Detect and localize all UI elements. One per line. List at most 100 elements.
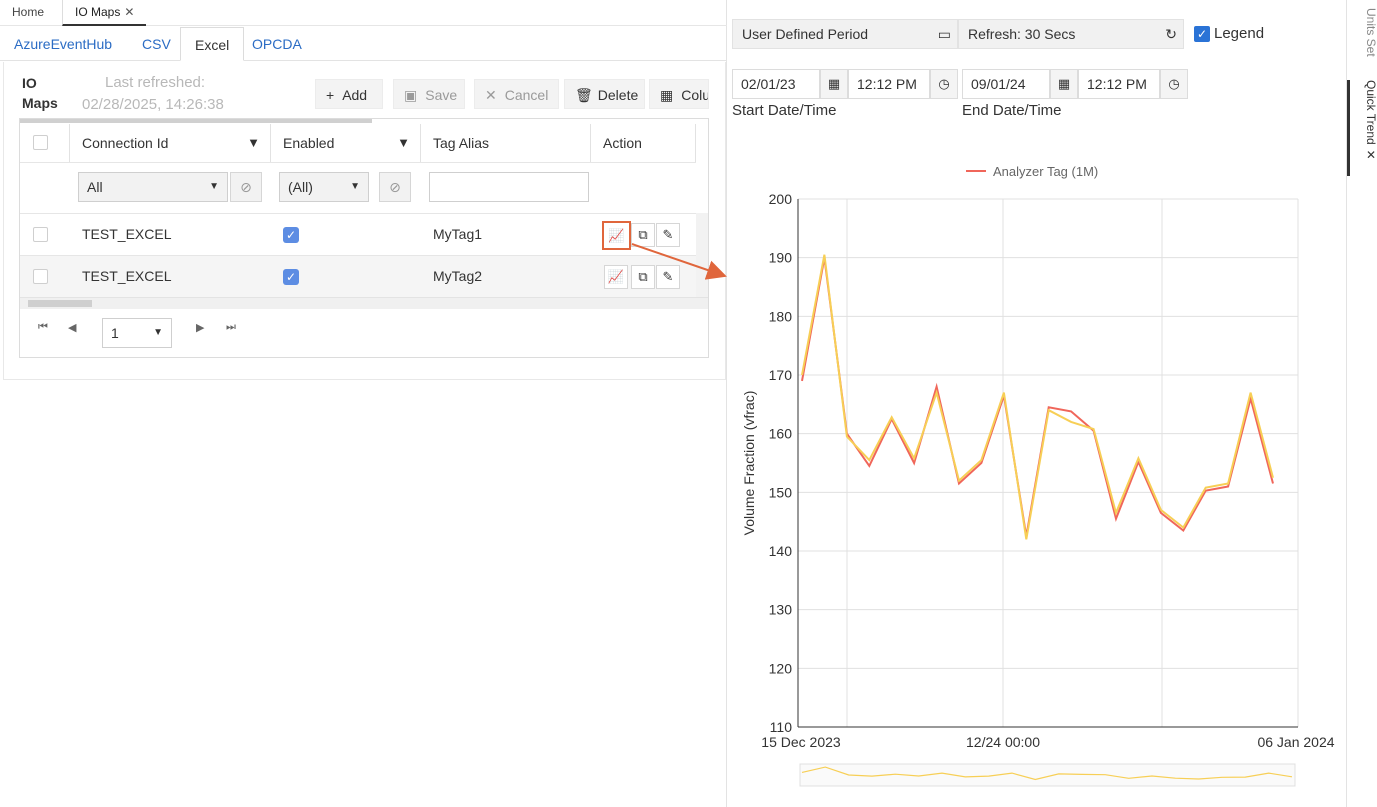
column-header-enabled[interactable]: Enabled ▼	[271, 124, 421, 162]
start-date-value: 02/01/23	[741, 76, 796, 92]
period-select[interactable]: User Defined Period ▭	[732, 19, 958, 49]
close-icon[interactable]: ✕	[124, 5, 134, 19]
enabled-filter-value: (All)	[288, 179, 313, 195]
refresh-value: Refresh: 30 Secs	[968, 26, 1076, 42]
period-value: User Defined Period	[742, 26, 869, 42]
calendar-icon[interactable]: ▦	[820, 69, 848, 99]
first-page-icon[interactable]: ⏮	[38, 321, 48, 334]
tab-csv[interactable]: CSV	[128, 27, 185, 61]
refresh-icon[interactable]: ↻	[1165, 20, 1177, 48]
legend-label: Analyzer Tag (1M)	[993, 164, 1098, 179]
copy-button[interactable]: ⧉	[631, 223, 655, 247]
io-maps-grid: Connection Id ▼ Enabled ▼ Tag Alias Acti…	[19, 118, 709, 358]
range-navigator	[799, 763, 1296, 787]
add-label: Add	[342, 87, 368, 103]
calendar-icon[interactable]: ▦	[1050, 69, 1078, 99]
clear-filter-icon: ⊘	[389, 179, 401, 195]
connection-id-header-label: Connection Id	[82, 135, 169, 151]
tab-opcda[interactable]: OPCDA	[238, 27, 316, 61]
connection-id-cell: TEST_EXCEL	[82, 226, 172, 242]
tab-io-maps-label: IO Maps	[75, 5, 121, 19]
tag-alias-cell: MyTag2	[433, 268, 483, 284]
next-page-icon[interactable]: ▶	[196, 321, 204, 334]
start-time-input[interactable]: 12:12 PM	[848, 69, 930, 99]
edit-button[interactable]: ✎	[656, 223, 680, 247]
y-tick-label: 200	[769, 191, 793, 207]
column-header-tag-alias[interactable]: Tag Alias	[421, 124, 591, 162]
enabled-checkbox[interactable]: ✓	[283, 269, 299, 285]
cancel-label: Cancel	[504, 87, 549, 103]
clear-filter-button[interactable]: ⊘	[230, 172, 262, 202]
end-date-input[interactable]: 09/01/24	[962, 69, 1050, 99]
start-date-input[interactable]: 02/01/23	[732, 69, 820, 99]
y-tick-label: 130	[769, 602, 793, 618]
end-time-input[interactable]: 12:12 PM	[1078, 69, 1160, 99]
y-axis-label: Volume Fraction (vfrac)	[741, 391, 757, 536]
save-button[interactable]: ▣ Save	[393, 79, 465, 109]
tab-label: AzureEventHub	[14, 36, 113, 52]
tag-alias-header-label: Tag Alias	[433, 135, 490, 151]
source-tab-bar: AzureEventHub CSV Excel OPCDA	[0, 27, 727, 61]
copy-button[interactable]: ⧉	[631, 265, 655, 289]
cancel-icon: ✕	[485, 87, 497, 103]
tab-quick-trend[interactable]: Quick Trend ✕	[1347, 80, 1377, 176]
filter-row: All ▼ ⊘ (All) ▼ ⊘	[20, 162, 696, 213]
trend-chart-icon: 📈	[607, 269, 625, 284]
connection-id-filter-select[interactable]: All ▼	[78, 172, 228, 202]
quick-trend-pane: User Defined Period ▭ Refresh: 30 Secs ↻ ✓…	[728, 0, 1345, 807]
copy-icon: ⧉	[638, 269, 648, 284]
y-tick-label: 110	[770, 719, 793, 735]
enabled-filter-select[interactable]: (All) ▼	[279, 172, 369, 202]
filter-icon[interactable]: ▼	[397, 124, 410, 162]
last-refreshed-time: 02/28/2025, 14:26:38	[82, 96, 224, 113]
tag-alias-cell: MyTag1	[433, 226, 483, 242]
column-header-connection-id[interactable]: Connection Id ▼	[70, 124, 271, 162]
tag-alias-filter-input[interactable]	[429, 172, 589, 202]
tab-home-label: Home	[12, 5, 45, 19]
columns-button[interactable]: ▦ Columns	[649, 79, 709, 109]
table-row[interactable]: TEST_EXCEL ✓ MyTag2 📈 ⧉ ✎	[20, 255, 696, 297]
quick-trend-label: Quick Trend	[1364, 80, 1377, 145]
trash-icon: 🗑	[575, 87, 593, 103]
clock-icon[interactable]: ◷	[1160, 69, 1188, 99]
legend-checkbox[interactable]: ✓	[1194, 26, 1210, 42]
horizontal-scroll-indicator[interactable]	[20, 119, 372, 123]
enabled-checkbox[interactable]: ✓	[283, 227, 299, 243]
top-tab-bar: Home IO Maps ✕	[0, 0, 727, 26]
x-tick-label: 06 Jan 2024	[1257, 734, 1334, 750]
legend-checkbox-label: Legend	[1214, 25, 1265, 42]
vertical-scrollbar[interactable]	[696, 213, 708, 297]
tab-io-maps[interactable]: IO Maps ✕	[62, 0, 147, 26]
y-tick-label: 190	[769, 250, 793, 266]
close-icon[interactable]: ✕	[1364, 148, 1377, 162]
tab-azure-event-hub[interactable]: AzureEventHub	[0, 27, 126, 61]
add-button[interactable]: + Add	[315, 79, 383, 109]
quick-trend-button[interactable]: 📈	[602, 221, 631, 250]
quick-trend-button[interactable]: 📈	[604, 265, 628, 289]
tab-label: Excel	[195, 37, 230, 53]
clear-filter-icon: ⊘	[240, 179, 252, 195]
select-all-header	[20, 124, 70, 162]
last-page-icon[interactable]: ⏭	[226, 321, 236, 334]
select-all-checkbox[interactable]	[33, 135, 48, 150]
x-tick-label: 15 Dec 2023	[761, 734, 841, 750]
clear-filter-button[interactable]: ⊘	[379, 172, 411, 202]
clock-icon[interactable]: ◷	[930, 69, 958, 99]
tab-home[interactable]: Home	[0, 0, 56, 26]
scrollbar-thumb[interactable]	[28, 300, 92, 307]
row-checkbox[interactable]	[33, 269, 48, 284]
page-select[interactable]: 1 ▼	[102, 318, 172, 348]
refresh-select[interactable]: Refresh: 30 Secs ↻	[958, 19, 1184, 49]
filter-icon[interactable]: ▼	[247, 124, 260, 162]
table-row[interactable]: TEST_EXCEL ✓ MyTag1 📈 ⧉ ✎	[20, 213, 696, 255]
edit-button[interactable]: ✎	[656, 265, 680, 289]
cancel-button[interactable]: ✕ Cancel	[474, 79, 559, 109]
tab-excel[interactable]: Excel	[180, 27, 245, 61]
delete-button[interactable]: 🗑 Delete	[564, 79, 645, 109]
prev-page-icon[interactable]: ◀	[68, 321, 76, 334]
trend-chart[interactable]: Analyzer Tag (1M) 110 120 130 140 150 160 170 18…	[728, 150, 1345, 790]
tab-units-set[interactable]: Units Set	[1347, 8, 1377, 68]
horizontal-scrollbar[interactable]	[20, 297, 708, 309]
row-checkbox[interactable]	[33, 227, 48, 242]
chevron-down-icon: ▼	[153, 327, 163, 338]
